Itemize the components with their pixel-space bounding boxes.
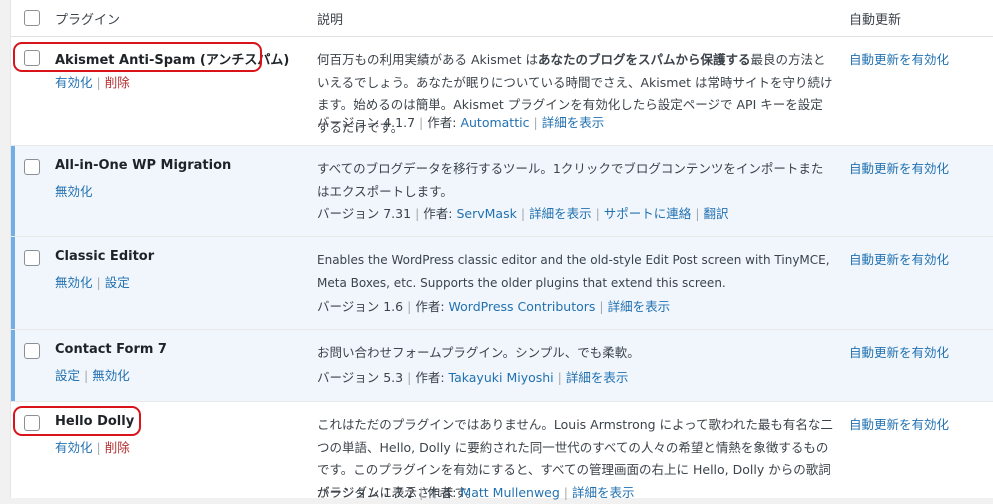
activate-link[interactable]: 有効化 <box>55 75 93 90</box>
plugin-checkbox[interactable] <box>24 250 40 266</box>
delete-link[interactable]: 削除 <box>105 75 130 90</box>
plugin-row-hello-dolly: Hello Dolly 有効化 | 削除 これはただのプラグインではありません。Lo… <box>11 402 993 502</box>
delete-link[interactable]: 削除 <box>105 440 130 455</box>
plugin-description: すべてのブログデータを移行するツール。1クリックでブログコンテンツをインポートま… <box>317 161 824 199</box>
plugin-row-akismet: Akismet Anti-Spam (アンチスパム) 有効化 | 削除 何百万もの利… <box>11 37 993 146</box>
deactivate-link[interactable]: 無効化 <box>92 368 130 383</box>
plugin-row-contact-form-7: Contact Form 7 設定 | 無効化 お問い合わせフォームプラグイン。シン… <box>11 330 993 402</box>
author-link[interactable]: Automattic <box>460 115 529 130</box>
plugin-description: Enables the WordPress classic editor and… <box>317 253 830 290</box>
plugin-meta: バージョン 7.31 | 作者: ServMask | 詳細を表示 | サポートに連絡 | 翻訳 <box>317 206 729 221</box>
plugin-description: お問い合わせフォームプラグイン。シンプル、でも柔軟。 <box>317 345 640 360</box>
plugin-name: Akismet Anti-Spam (アンチスパム) <box>55 53 290 68</box>
plugins-table: プラグイン 説明 自動更新 Akismet Anti-Spam (アンチスパム)… <box>10 0 993 500</box>
view-details-link[interactable]: 詳細を表示 <box>542 115 605 130</box>
enable-auto-update-link[interactable]: 自動更新を有効化 <box>849 414 949 433</box>
active-indicator <box>11 237 15 329</box>
activate-link[interactable]: 有効化 <box>55 440 93 455</box>
auto-update-column-header: 自動更新 <box>849 13 902 28</box>
view-details-link[interactable]: 詳細を表示 <box>566 370 629 385</box>
author-link[interactable]: Takayuki Miyoshi <box>449 370 554 385</box>
plugin-actions: 無効化 | 設定 <box>55 275 130 290</box>
plugin-actions: 設定 | 無効化 <box>55 368 130 383</box>
plugin-checkbox[interactable] <box>24 50 40 66</box>
author-link[interactable]: ServMask <box>456 206 516 221</box>
enable-auto-update-link[interactable]: 自動更新を有効化 <box>849 249 949 268</box>
settings-link[interactable]: 設定 <box>55 368 80 383</box>
plugin-meta: バージョン 5.3 | 作者: Takayuki Miyoshi | 詳細を表示 <box>317 370 629 385</box>
plugin-checkbox[interactable] <box>24 343 40 359</box>
author-link[interactable]: WordPress Contributors <box>449 299 596 314</box>
select-all-checkbox[interactable] <box>24 10 40 26</box>
active-indicator <box>11 146 15 236</box>
plugin-meta: バージョン 1.6 | 作者: WordPress Contributors | 詳細を… <box>317 299 671 314</box>
deactivate-link[interactable]: 無効化 <box>55 275 93 290</box>
plugin-checkbox[interactable] <box>24 159 40 175</box>
plugin-column-header[interactable]: プラグイン <box>55 9 120 28</box>
table-header: プラグイン 説明 自動更新 <box>11 0 993 37</box>
plugin-checkbox[interactable] <box>24 415 40 431</box>
plugin-meta: バージョン 4.1.7 | 作者: Automattic | 詳細を表示 <box>317 115 605 130</box>
plugin-actions: 有効化 | 削除 <box>55 75 130 90</box>
view-details-link[interactable]: 詳細を表示 <box>608 299 671 314</box>
plugin-meta: バージョン 1.7.2 | 作者: Matt Mullenweg | 詳細を表示 <box>317 485 635 500</box>
plugin-name: Classic Editor <box>55 249 155 264</box>
plugin-row-classic-editor: Classic Editor 無効化 | 設定 Enables the WordPr… <box>11 237 993 330</box>
enable-auto-update-link[interactable]: 自動更新を有効化 <box>849 342 949 361</box>
enable-auto-update-link[interactable]: 自動更新を有効化 <box>849 158 949 177</box>
view-details-link[interactable]: 詳細を表示 <box>529 206 592 221</box>
active-indicator <box>11 330 15 401</box>
plugin-name: Hello Dolly <box>55 414 135 429</box>
enable-auto-update-link[interactable]: 自動更新を有効化 <box>849 49 949 68</box>
description-column-header: 説明 <box>317 13 344 28</box>
plugin-actions: 無効化 <box>55 181 93 200</box>
deactivate-link[interactable]: 無効化 <box>55 184 93 199</box>
plugin-name: Contact Form 7 <box>55 342 167 357</box>
settings-link[interactable]: 設定 <box>105 275 130 290</box>
contact-support-link[interactable]: サポートに連絡 <box>604 206 692 221</box>
plugin-actions: 有効化 | 削除 <box>55 440 130 455</box>
plugin-row-all-in-one-wp-migration: All-in-One WP Migration 無効化 すべてのブログデータを移… <box>11 146 993 237</box>
plugin-name: All-in-One WP Migration <box>55 158 232 173</box>
translate-link[interactable]: 翻訳 <box>704 206 729 221</box>
